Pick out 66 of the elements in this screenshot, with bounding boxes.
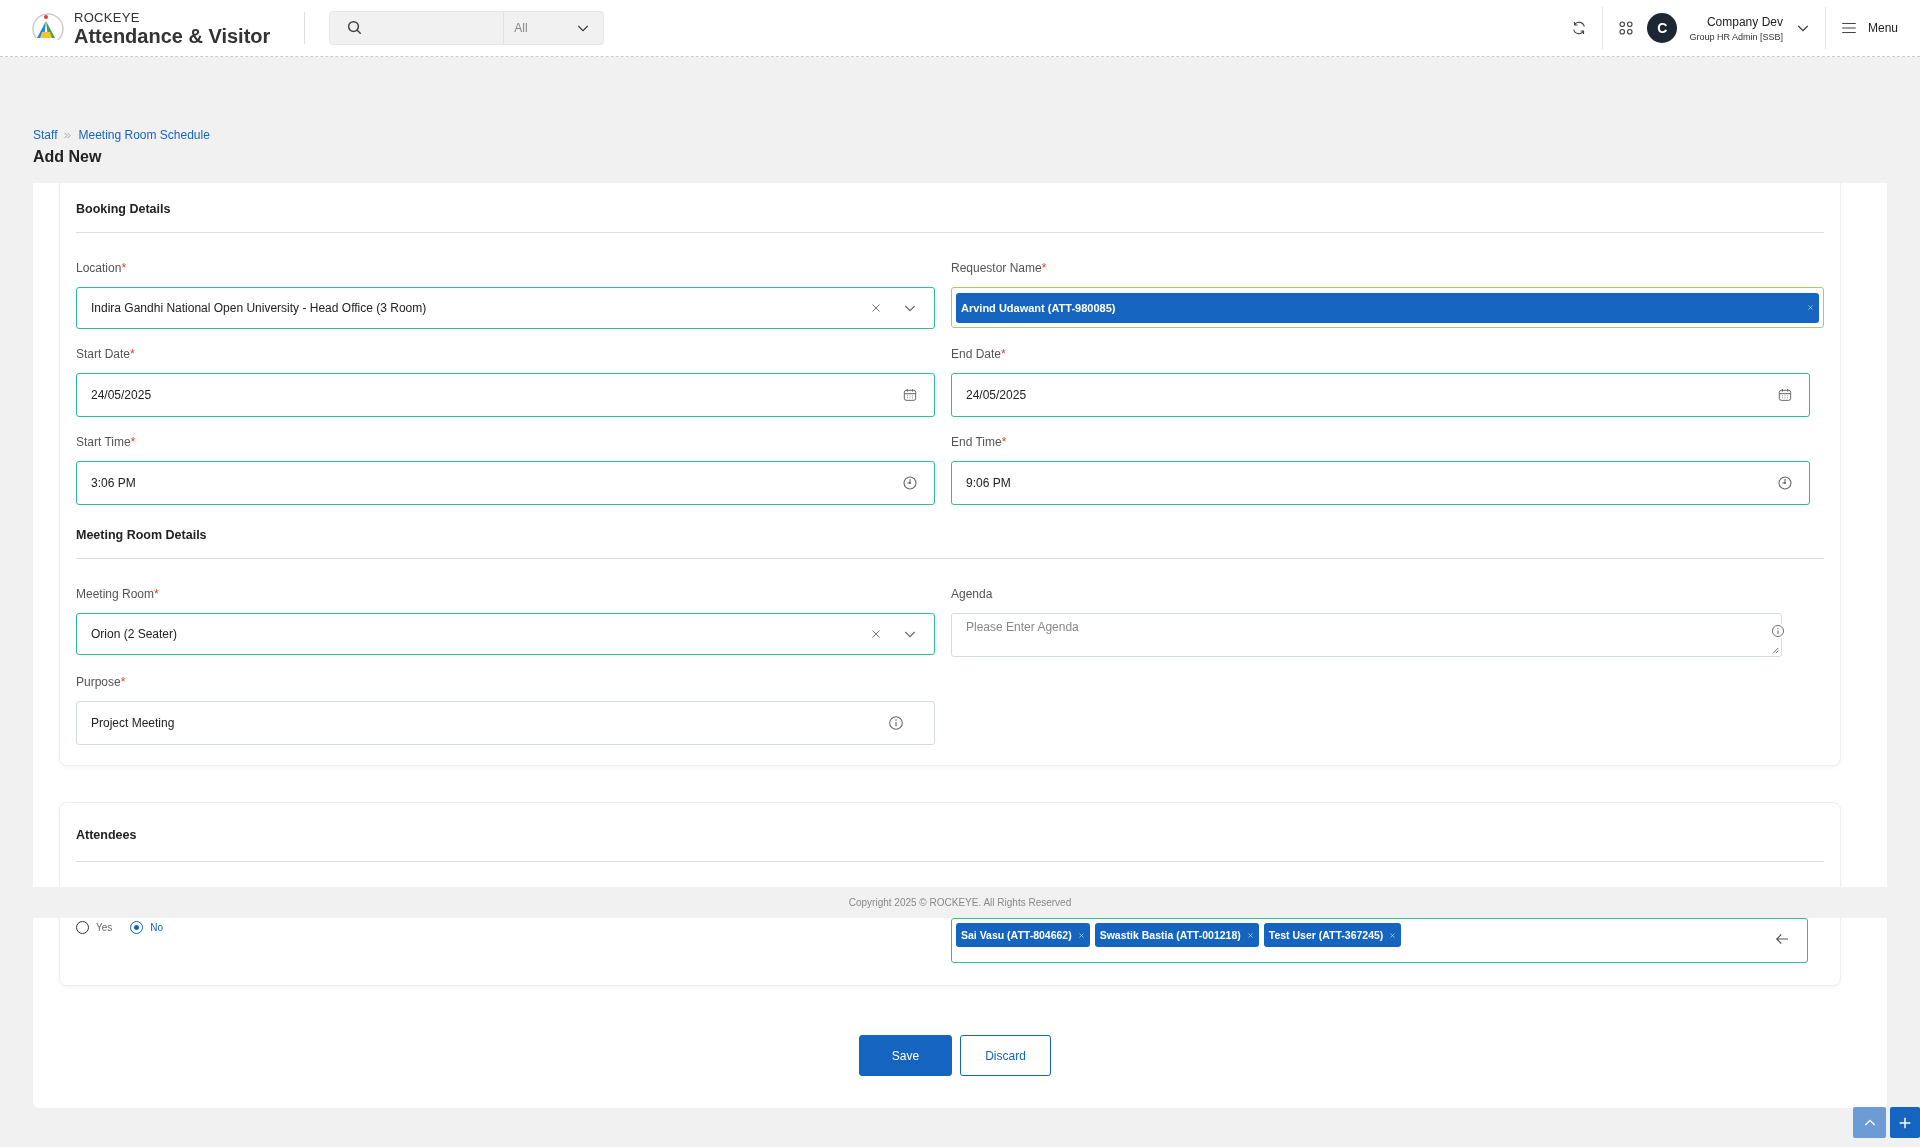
remove-icon[interactable] [1077, 931, 1085, 939]
section-title: Attendees [76, 803, 1824, 862]
radio-label: Yes [96, 921, 113, 933]
remove-icon[interactable] [1246, 931, 1254, 939]
remove-icon[interactable] [1807, 304, 1814, 311]
field-label: Start Date [76, 347, 131, 361]
user-role: Group HR Admin [SSB] [1689, 31, 1783, 42]
radio-option[interactable]: No [130, 920, 164, 934]
field-label: End Time [951, 435, 1002, 449]
chevron-right-icon [63, 130, 73, 140]
clock-icon[interactable] [902, 475, 918, 491]
tag-chip[interactable]: Sai Vasu (ATT-804662) [956, 923, 1090, 947]
section-title: Booking Details [76, 183, 1824, 233]
apps-icon[interactable] [1617, 19, 1636, 37]
clock-icon[interactable] [1777, 475, 1793, 491]
save-button[interactable]: Save [859, 1035, 952, 1076]
field-label: Location [76, 261, 122, 275]
page-title: Add New [33, 147, 103, 167]
section-title: Meeting Room Details [76, 509, 1824, 559]
required-mark: * [120, 675, 126, 689]
text-area[interactable]: Please Enter Agenda [951, 613, 1782, 657]
select-field[interactable]: Orion (2 Seater) [76, 613, 935, 655]
required-mark: * [1001, 435, 1007, 449]
date-field[interactable]: 24/05/2025 [76, 373, 935, 417]
field-label: Agenda [951, 587, 993, 601]
required-mark: * [1041, 261, 1047, 275]
date-field[interactable]: 24/05/2025 [951, 373, 1810, 417]
select-field[interactable]: Indira Gandhi National Open University - Head Office (3 Room) [76, 287, 935, 329]
input-field[interactable]: Project Meeting [76, 701, 935, 745]
breadcrumb-link[interactable]: Staff [33, 128, 58, 142]
required-mark: * [130, 347, 135, 361]
field-label: Requestor Name [951, 261, 1042, 275]
info-icon [1771, 624, 1785, 638]
tag-chip[interactable]: Swastik Bastia (ATT-001218) [1094, 923, 1259, 947]
radio-label: No [150, 921, 164, 933]
select-field[interactable]: Sai Vasu (ATT-804662) Swastik Bastia (ATT-001218) Test User (ATT-367245) [951, 918, 1808, 963]
time-field[interactable]: 9:06 PM [951, 461, 1810, 505]
calendar-icon[interactable] [1777, 387, 1793, 403]
required-mark: * [1001, 347, 1006, 361]
tag-chip[interactable]: Test User (ATT-367245) [1263, 923, 1402, 947]
required-mark: * [121, 261, 127, 275]
required-mark: * [154, 587, 159, 601]
brand-caption: ROCKEYE [74, 10, 141, 24]
field-label: End Date [951, 347, 1002, 361]
resize-handle-icon[interactable] [1771, 646, 1779, 654]
breadcrumb-link[interactable]: Meeting Room Schedule [78, 128, 210, 142]
field-label: Meeting Room [76, 587, 155, 601]
user-name: Company Dev [1706, 14, 1783, 29]
search-field[interactable]: All [329, 11, 605, 45]
required-mark: * [130, 435, 136, 449]
time-field[interactable]: 3:06 PM [76, 461, 935, 505]
copyright-text: Copyright 2025 © ROCKEYE. All Rights Reserved [33, 887, 1887, 918]
radio-option[interactable]: Yes [76, 920, 113, 934]
clear-icon[interactable] [870, 302, 882, 314]
menu-button[interactable]: Menu [1839, 19, 1898, 37]
add-button[interactable] [1890, 1107, 1920, 1138]
discard-button[interactable]: Discard [960, 1035, 1051, 1076]
field-label: Purpose [76, 675, 121, 689]
calendar-icon[interactable] [902, 387, 918, 403]
remove-icon[interactable] [1389, 931, 1397, 939]
field-label: Start Time [76, 435, 131, 449]
avatar[interactable]: C [1647, 13, 1678, 43]
app-title: Attendance & Visitor [74, 25, 271, 46]
filter-dropdown[interactable]: All [503, 12, 604, 44]
clear-icon[interactable] [870, 628, 882, 640]
info-icon [888, 715, 904, 731]
